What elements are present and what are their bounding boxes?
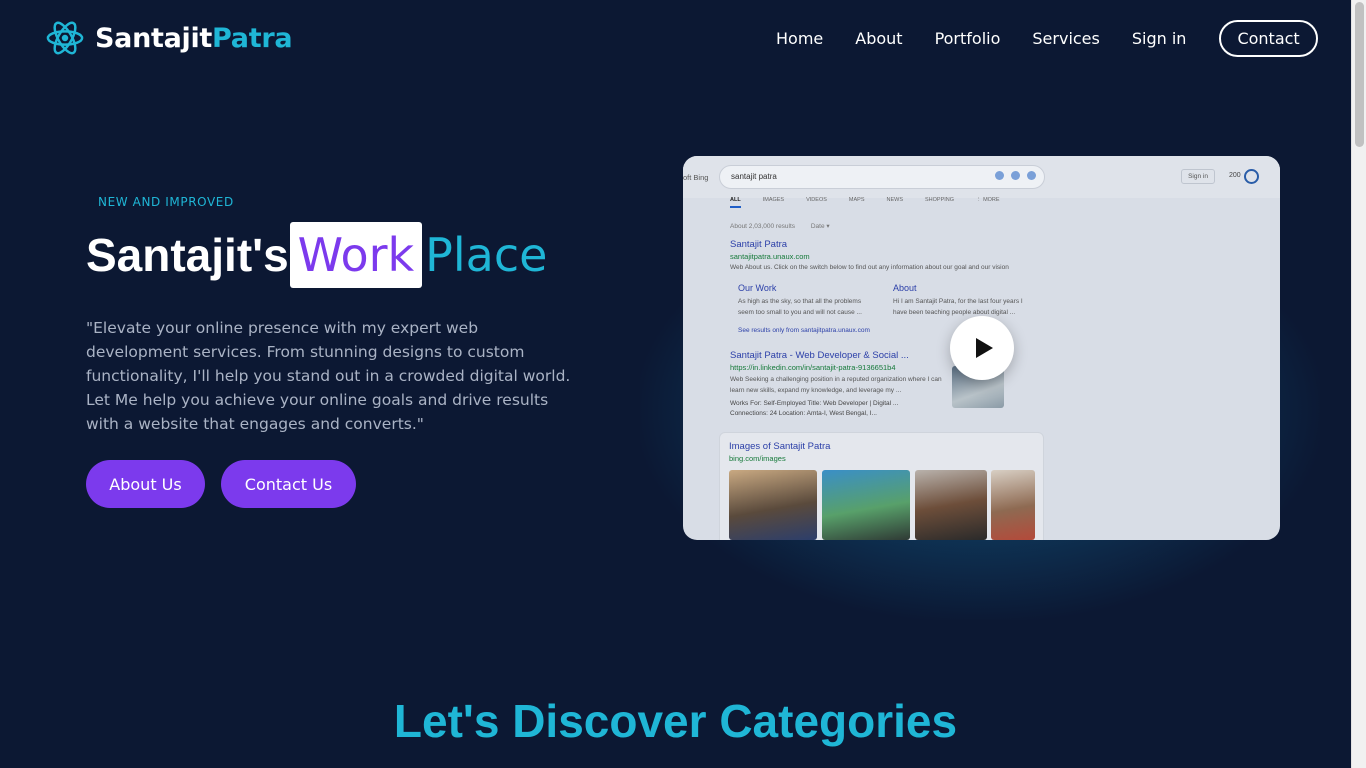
preview-sub2-text: Hi I am Santajit Patra, for the last fou… xyxy=(893,298,1023,316)
preview-images-title: Images of Santajit Patra xyxy=(729,441,831,452)
preview-tab: VIDEOS xyxy=(806,197,827,203)
top-navbar: SantajitPatra Home About Portfolio Servi… xyxy=(0,0,1351,76)
hero-title-part1: Santajit's xyxy=(86,229,289,281)
camera-icon xyxy=(1011,171,1020,180)
mic-icon xyxy=(995,171,1004,180)
preview-tab: MAPS xyxy=(848,197,865,203)
nav-contact-button[interactable]: Contact xyxy=(1219,20,1318,57)
preview-tab: ALL xyxy=(730,197,741,208)
brand-name-last: Patra xyxy=(212,22,293,54)
preview-tab: IMAGES xyxy=(762,197,785,203)
preview-tab: ⋮ MORE xyxy=(976,197,1000,203)
preview-bing-label: oft Bing xyxy=(683,173,709,182)
hero-title-part3: Place xyxy=(425,228,548,282)
preview-result1-title: Santajit Patra xyxy=(730,239,788,250)
preview-sub1-title: Our Work xyxy=(738,283,777,293)
hero-title-highlight: Work xyxy=(289,222,423,288)
nav-home[interactable]: Home xyxy=(776,21,823,57)
brand-name: SantajitPatra xyxy=(95,22,293,54)
preview-result2-url: https://in.linkedin.com/in/santajit-patr… xyxy=(730,363,896,372)
reward-icon xyxy=(1244,169,1259,184)
hero-description: "Elevate your online presence with my ex… xyxy=(86,319,571,433)
preview-results-count: About 2,03,000 results Date ▾ xyxy=(730,222,830,230)
preview-search-box: santajit patra xyxy=(719,165,1045,189)
contact-us-button[interactable]: Contact Us xyxy=(221,460,356,508)
preview-result2-meta2: Connections: 24 Location: Amta-I, West B… xyxy=(730,410,877,417)
site-logo[interactable]: SantajitPatra xyxy=(45,19,293,57)
preview-date-filter: Date ▾ xyxy=(810,223,830,230)
intro-video[interactable]: oft Bing santajit patra Sign in 200 ALL … xyxy=(683,156,1280,540)
preview-image-thumb xyxy=(915,470,987,540)
preview-tabs: ALL IMAGES VIDEOS MAPS NEWS SHOPPING ⋮ M… xyxy=(730,197,1022,208)
search-icon xyxy=(1027,171,1036,180)
preview-sign-in: Sign in xyxy=(1181,169,1215,184)
preview-search-icons xyxy=(995,171,1036,180)
preview-sub2-title: About xyxy=(893,283,917,293)
nav-portfolio[interactable]: Portfolio xyxy=(935,21,1001,57)
preview-sub1-text: As high as the sky, so that all the prob… xyxy=(738,298,862,316)
nav-sign-in[interactable]: Sign in xyxy=(1132,21,1187,57)
preview-points: 200 xyxy=(1229,172,1241,179)
preview-image-thumb xyxy=(991,470,1035,540)
scrollbar-thumb[interactable] xyxy=(1355,2,1364,147)
preview-tab: NEWS xyxy=(886,197,904,203)
about-us-button[interactable]: About Us xyxy=(86,460,205,508)
preview-search-query: santajit patra xyxy=(731,172,777,181)
preview-image-thumb xyxy=(729,470,817,540)
preview-result1-snippet: Web About us. Click on the switch below … xyxy=(730,264,1009,271)
nav-services[interactable]: Services xyxy=(1032,21,1099,57)
preview-result1-url: santajitpatra.unaux.com xyxy=(730,252,810,261)
hero-eyebrow: NEW AND IMPROVED xyxy=(98,195,234,209)
nav-about[interactable]: About xyxy=(855,21,902,57)
page-scrollbar[interactable] xyxy=(1351,0,1366,768)
preview-images-url: bing.com/images xyxy=(729,454,786,463)
preview-image-thumb xyxy=(822,470,910,540)
section-title: Let's Discover Categories xyxy=(393,695,958,747)
preview-results-count-text: About 2,03,000 results xyxy=(730,223,796,230)
atom-icon xyxy=(46,21,84,55)
hero-title: Santajit's Work Place xyxy=(86,222,547,288)
play-icon xyxy=(976,338,993,358)
preview-tab: SHOPPING xyxy=(925,197,955,203)
preview-see-results: See results only from santajitpatra.unau… xyxy=(738,327,870,334)
main-menu: Home About Portfolio Services Sign in Co… xyxy=(776,20,1318,57)
preview-result2-snippet: Web Seeking a challenging position in a … xyxy=(730,376,942,394)
play-button[interactable] xyxy=(950,316,1014,380)
preview-result2-title: Santajit Patra - Web Developer & Social … xyxy=(730,350,909,361)
brand-name-first: Santajit xyxy=(95,22,213,54)
